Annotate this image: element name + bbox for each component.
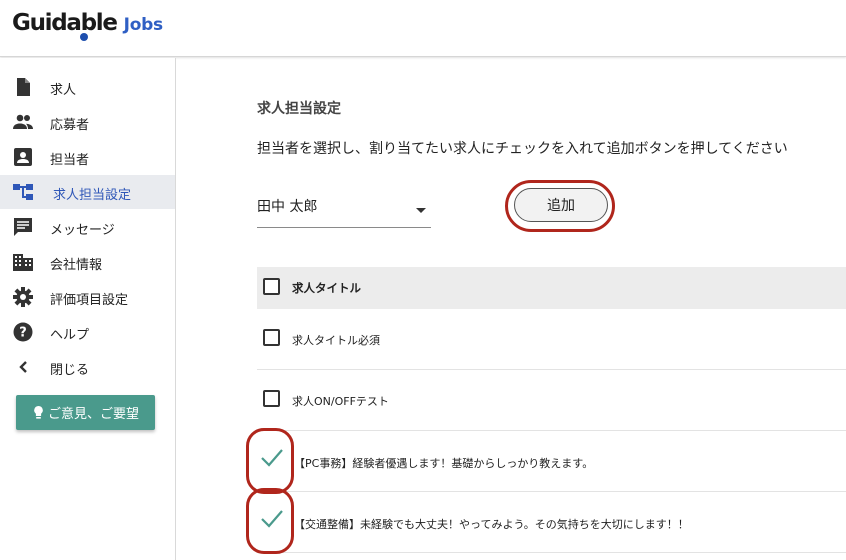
- row-checkbox[interactable]: [263, 329, 280, 346]
- people-icon: [12, 112, 34, 132]
- contact-card-icon: [12, 147, 34, 167]
- job-title: 【交通整備】未経験でも大丈夫！やってみよう。その気持ちを大切にします！！: [294, 518, 689, 531]
- page-title: 求人担当設定: [257, 101, 341, 117]
- message-icon: [12, 217, 34, 237]
- table-row: 求人ON/OFFテスト: [257, 370, 846, 431]
- table-row: 求人タイトル必須: [257, 309, 846, 370]
- sidebar-item-close[interactable]: 閉じる: [0, 350, 175, 384]
- sidebar-item-messages[interactable]: メッセージ: [0, 210, 175, 244]
- sidebar-item-label: 会社情報: [50, 258, 103, 273]
- sidebar-item-label: 閉じる: [50, 363, 90, 378]
- main-content: 求人担当設定 担当者を選択し、割り当てたい求人にチェックを入れて追加ボタンを押し…: [177, 58, 846, 560]
- lightbulb-icon: [34, 406, 43, 419]
- select-all-checkbox[interactable]: [263, 278, 280, 295]
- sidebar-item-label: 求人担当設定: [53, 188, 132, 203]
- feedback-button[interactable]: ご意見、ご要望: [16, 395, 155, 430]
- app-header: Guidable Jobs: [0, 0, 846, 57]
- add-button[interactable]: 追加: [514, 188, 608, 222]
- sidebar-item-help[interactable]: ? ヘルプ: [0, 315, 175, 349]
- job-title: 求人タイトル必須: [292, 334, 380, 347]
- document-icon: [12, 77, 34, 97]
- hierarchy-icon: [12, 182, 34, 202]
- job-title: 【PC事務】経験者優遇します！基礎からしっかり教えます。: [294, 457, 594, 470]
- sidebar-item-applicants[interactable]: 応募者: [0, 105, 175, 139]
- table-header: 求人タイトル: [257, 267, 846, 309]
- page-description: 担当者を選択し、割り当てたい求人にチェックを入れて追加ボタンを押してください: [257, 141, 788, 157]
- chevron-left-icon: [12, 357, 34, 377]
- sidebar-item-jobs[interactable]: 求人: [0, 70, 175, 104]
- sidebar-item-label: 応募者: [50, 118, 90, 133]
- job-title: 求人ON/OFFテスト: [292, 395, 389, 408]
- assignee-select[interactable]: 田中 太郎: [257, 188, 431, 228]
- table-row: 【PC事務】経験者優遇します！基礎からしっかり教えます。: [246, 428, 846, 494]
- gear-icon: [12, 287, 34, 307]
- sidebar-item-label: 担当者: [50, 153, 90, 168]
- logo-dot: [80, 33, 88, 41]
- sidebar-item-staff[interactable]: 担当者: [0, 140, 175, 174]
- feedback-label: ご意見、ご要望: [47, 407, 139, 422]
- sidebar-item-job-assignment[interactable]: 求人担当設定: [0, 175, 175, 209]
- sidebar-item-label: ヘルプ: [50, 328, 90, 343]
- sidebar: 求人 応募者 担当者 求人担当設定 メッセージ 会社情報 評価項目設定 ? ヘル…: [0, 58, 176, 560]
- logo-main-text: Guidable: [12, 10, 118, 36]
- sidebar-item-evaluation-settings[interactable]: 評価項目設定: [0, 280, 175, 314]
- sidebar-item-company[interactable]: 会社情報: [0, 245, 175, 279]
- checkmark-icon[interactable]: [260, 508, 284, 530]
- logo-sub-text: Jobs: [123, 15, 163, 35]
- checkmark-icon[interactable]: [260, 447, 284, 469]
- table-row: 【交通整備】未経験でも大丈夫！やってみよう。その気持ちを大切にします！！: [246, 488, 846, 554]
- assignee-select-value: 田中 太郎: [257, 199, 318, 215]
- help-icon: ?: [12, 322, 34, 342]
- dropdown-arrow-icon: [416, 208, 426, 213]
- sidebar-item-label: 求人: [50, 83, 77, 98]
- row-checkbox[interactable]: [263, 390, 280, 407]
- building-icon: [12, 252, 34, 272]
- column-header-job-title: 求人タイトル: [292, 281, 361, 295]
- svg-text:?: ?: [19, 326, 27, 341]
- logo[interactable]: Guidable Jobs: [12, 10, 163, 41]
- sidebar-item-label: メッセージ: [50, 223, 115, 238]
- sidebar-item-label: 評価項目設定: [50, 293, 129, 308]
